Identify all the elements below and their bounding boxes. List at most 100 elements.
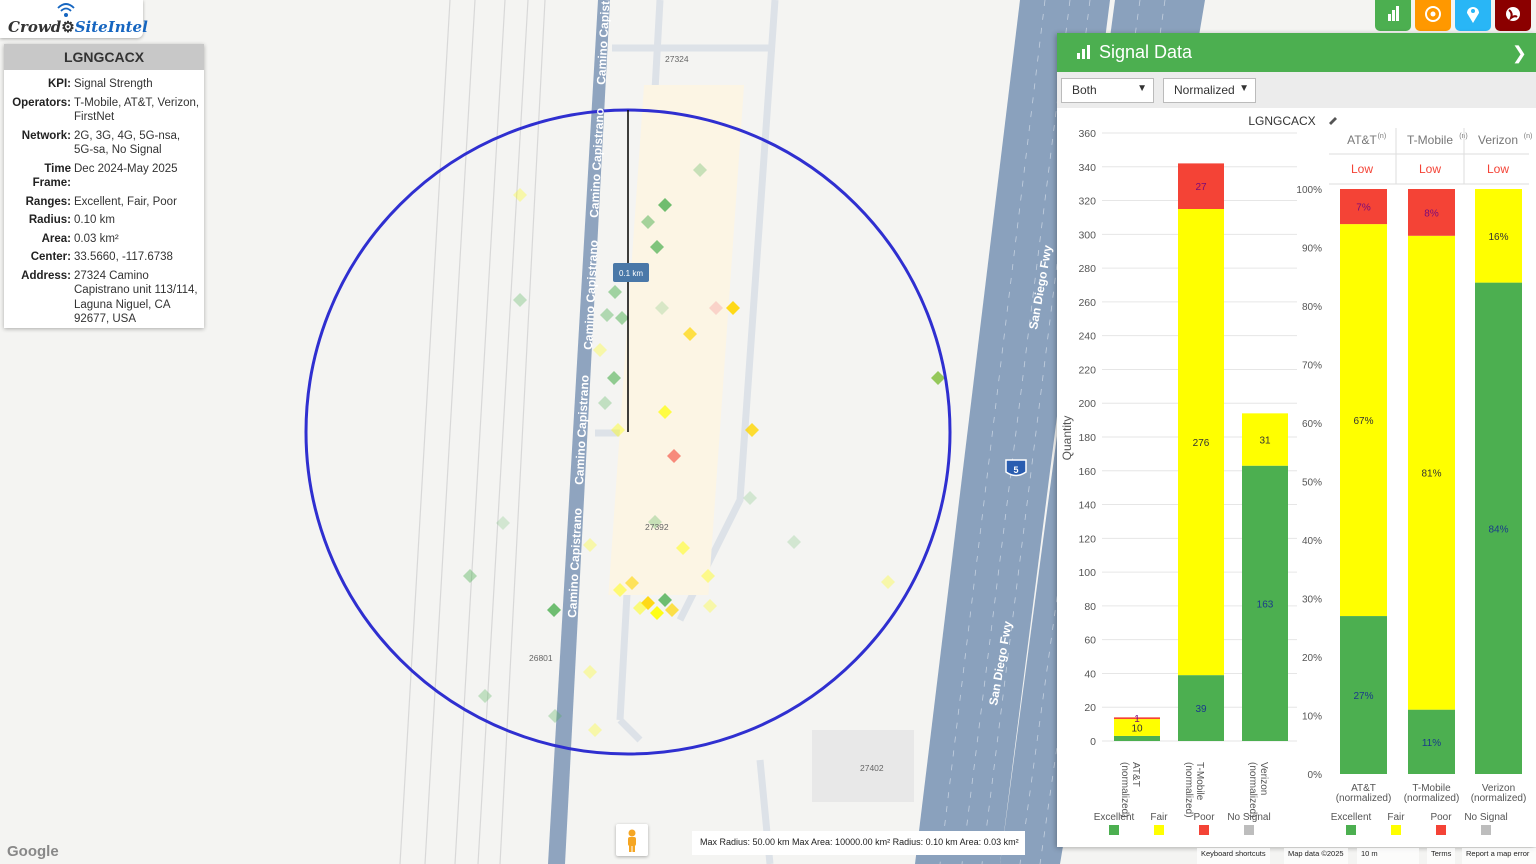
y-tick-label: 120 — [1078, 533, 1096, 545]
target-button[interactable] — [1415, 0, 1451, 31]
data-label: 11% — [1422, 738, 1441, 749]
legend-swatch[interactable] — [1346, 825, 1356, 835]
data-label: 1 — [1134, 714, 1140, 725]
panel-header: Signal Data ❯ — [1057, 33, 1536, 72]
data-label: 39 — [1195, 704, 1207, 715]
site-title: LGNGCACX — [4, 44, 204, 70]
y-tick-label: 320 — [1078, 196, 1096, 208]
legend-label: Excellent — [1094, 812, 1135, 823]
panel-controls: Both ▼ Normalized ▼ — [1057, 72, 1536, 108]
y-tick-label: 80 — [1084, 601, 1096, 613]
operator-rating: Low — [1487, 162, 1509, 176]
info-key: Ranges: — [25, 195, 71, 208]
bar-chart-icon — [1077, 45, 1090, 59]
address-label: 27324 — [665, 54, 689, 64]
pin-icon — [1467, 7, 1479, 23]
chevron-down-icon: ▼ — [1239, 83, 1249, 94]
y-tick-label: 60 — [1084, 635, 1096, 647]
x-tick-label: (normalized) — [1404, 793, 1460, 804]
chart-toggle-button[interactable] — [1375, 0, 1411, 31]
y-tick-label: 40% — [1302, 536, 1322, 547]
svg-text:5: 5 — [1013, 465, 1018, 475]
info-value: 27324 Camino Capistrano unit 113/114, La… — [74, 269, 198, 326]
info-value: 0.03 km² — [74, 232, 119, 245]
bar-segment[interactable] — [1114, 735, 1160, 741]
operator-header: T-Mobile — [1407, 133, 1453, 147]
chart-title: LGNGCACX — [1248, 114, 1315, 128]
legend-swatch[interactable] — [1154, 825, 1164, 835]
legend-swatch[interactable] — [1481, 825, 1491, 835]
globe-button[interactable] — [1495, 0, 1531, 31]
info-key: Radius: — [28, 214, 71, 226]
data-label: 81% — [1421, 469, 1441, 480]
data-label: 27 — [1195, 182, 1207, 193]
data-label: 84% — [1488, 524, 1508, 535]
data-label: 8% — [1424, 208, 1439, 219]
scale-bar[interactable]: 10 m — [1357, 848, 1419, 864]
legend-swatch[interactable] — [1109, 825, 1119, 835]
info-value: T-Mobile, AT&T, Verizon, FirstNet — [74, 96, 200, 124]
chevron-down-icon: ▼ — [1137, 83, 1147, 94]
x-tick-label: (normalized) — [1183, 762, 1194, 818]
y-tick-label: 50% — [1302, 478, 1322, 489]
info-key: Time Frame: — [32, 162, 71, 190]
y-tick-label: 20 — [1084, 702, 1096, 714]
x-tick-label: T-Mobile — [1194, 762, 1205, 801]
legend-swatch[interactable] — [1199, 825, 1209, 835]
legend-swatch[interactable] — [1436, 825, 1446, 835]
mode-select[interactable]: Normalized ▼ — [1163, 78, 1256, 103]
info-row: Radius: 0.10 km — [4, 213, 204, 228]
info-value: 0.10 km — [74, 214, 115, 226]
y-tick-label: 280 — [1078, 263, 1096, 275]
legend-label: Poor — [1430, 812, 1452, 823]
legend-swatch[interactable] — [1244, 825, 1254, 835]
y-tick-label: 360 — [1078, 128, 1096, 140]
y-tick-label: 100 — [1078, 567, 1096, 579]
report-map-error-link[interactable]: Report a map error — [1462, 848, 1536, 864]
info-value: Signal Strength — [74, 78, 153, 90]
y-tick-label: 80% — [1302, 302, 1322, 313]
legend-swatch[interactable] — [1391, 825, 1401, 835]
x-tick-label: AT&T — [1130, 762, 1141, 787]
terms-link[interactable]: Terms — [1427, 848, 1456, 864]
location-button[interactable] — [1455, 0, 1491, 31]
x-tick-label: Verizon — [1258, 762, 1269, 795]
y-tick-label: 180 — [1078, 432, 1096, 444]
signal-data-panel: Signal Data ❯ Both ▼ Normalized ▼ LGNGCACX… — [1057, 33, 1536, 847]
globe-icon — [1506, 7, 1520, 21]
y-tick-label: 60% — [1302, 419, 1322, 430]
pegman-icon — [628, 829, 636, 852]
operator-header: AT&T — [1347, 133, 1377, 147]
y-tick-label: 240 — [1078, 331, 1096, 343]
operator-rating: Low — [1419, 162, 1441, 176]
data-label: 67% — [1353, 416, 1373, 427]
operator-header: Verizon — [1478, 133, 1518, 147]
data-label: 276 — [1193, 438, 1210, 449]
brand-name: Crowd⚙SiteIntel — [8, 18, 148, 36]
info-row: Network: 2G, 3G, 4G, 5G-nsa, 5G-sa, No Si… — [4, 129, 204, 158]
y-tick-label: 340 — [1078, 162, 1096, 174]
edit-icon[interactable] — [1329, 117, 1337, 125]
y-tick-label: 200 — [1078, 398, 1096, 410]
operator-select[interactable]: Both ▼ — [1061, 78, 1154, 103]
keyboard-shortcuts-link[interactable]: Keyboard shortcuts — [1197, 848, 1270, 864]
info-row: Center: 33.5660, -117.6738 — [4, 250, 204, 265]
y-tick-label: 220 — [1078, 364, 1096, 376]
charts-area: LGNGCACX 0 20 40 60 80 100 120 140 160 180 200 220 24… — [1060, 114, 1532, 835]
brand-logo[interactable]: Crowd⚙SiteIntel — [0, 0, 148, 38]
info-key: Area: — [41, 232, 71, 245]
y-tick-label: 160 — [1078, 466, 1096, 478]
x-tick-label: (normalized) — [1336, 793, 1392, 804]
chevron-right-icon[interactable]: ❯ — [1512, 43, 1527, 64]
info-key: Network: — [21, 129, 71, 142]
y-tick-label: 300 — [1078, 229, 1096, 241]
info-key: Center: — [30, 251, 71, 263]
y-tick-label: 90% — [1302, 244, 1322, 255]
street-view-pegman[interactable] — [616, 824, 648, 856]
info-key: Operators: — [12, 96, 71, 109]
target-icon — [1425, 6, 1441, 22]
info-row: KPI: Signal Strength — [4, 77, 204, 92]
info-key: Address: — [21, 269, 71, 282]
info-value: Excellent, Fair, Poor — [74, 195, 177, 208]
info-key: KPI: — [48, 78, 71, 90]
